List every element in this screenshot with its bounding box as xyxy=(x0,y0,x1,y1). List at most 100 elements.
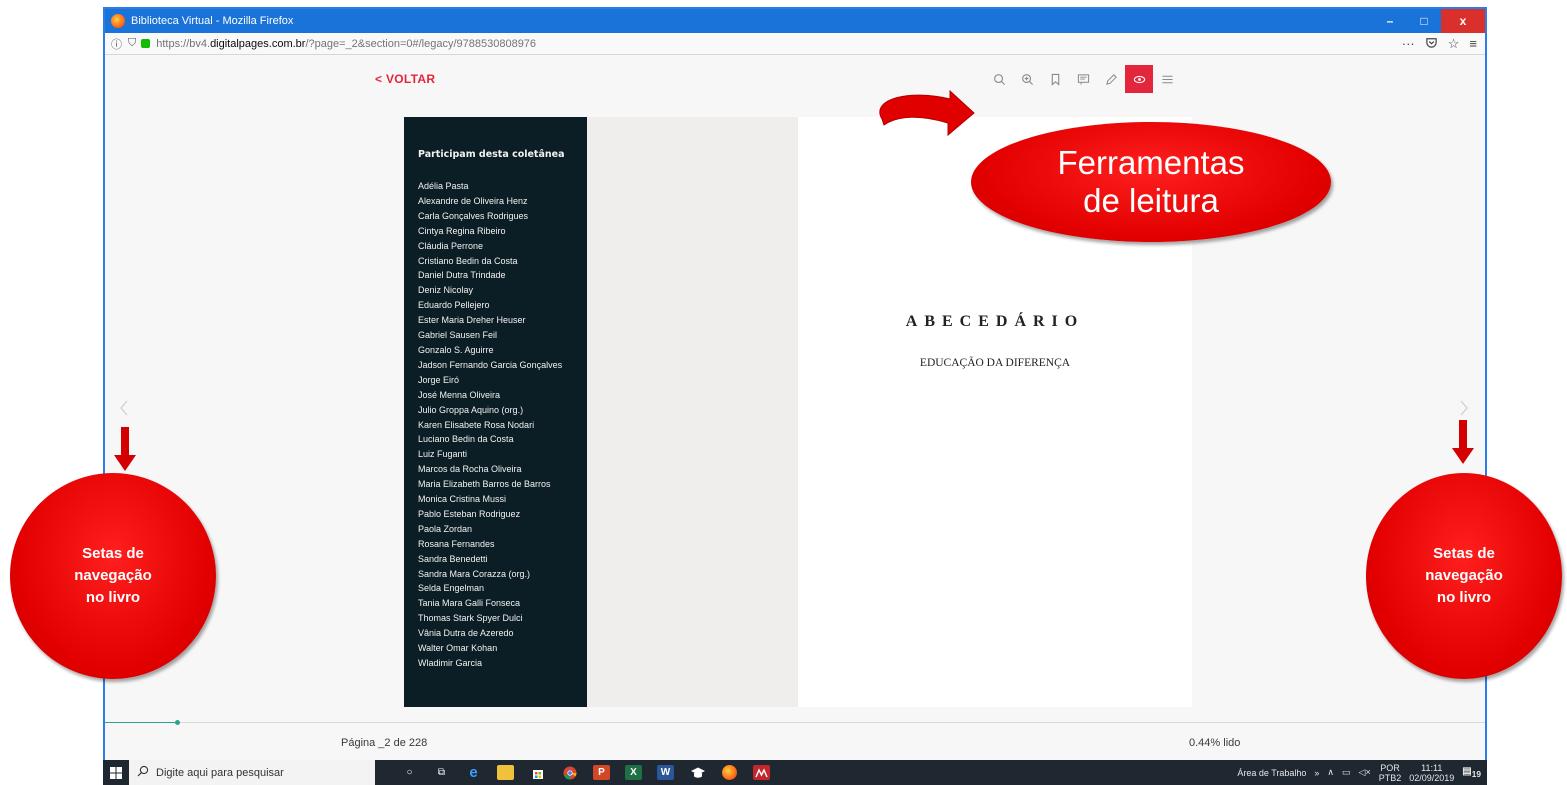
hamburger-menu-icon[interactable]: ≡ xyxy=(1469,36,1477,52)
bookmark-icon[interactable] xyxy=(1041,65,1069,93)
firefox-window: Biblioteca Virtual - Mozilla Firefox – □… xyxy=(103,7,1487,785)
back-button[interactable]: < VOLTAR xyxy=(375,72,435,86)
book-left-page: Participam desta coletânea Adélia Pasta A… xyxy=(404,117,587,707)
read-percentage: 0.44% lido xyxy=(1189,737,1241,749)
down-arrow-right-icon xyxy=(1452,420,1474,464)
red-app-icon[interactable] xyxy=(753,765,770,780)
curved-arrow-icon xyxy=(879,89,975,137)
reading-toolbar xyxy=(985,65,1181,93)
excel-icon[interactable]: X xyxy=(625,765,642,780)
navigation-callout-right-text: Setas de navegação no livro xyxy=(1425,543,1503,609)
contributor-name: Pablo Esteban Rodriguez xyxy=(418,508,521,519)
pocket-icon[interactable] xyxy=(1425,36,1438,52)
contributor-name: Sandra Mara Corazza (org.) xyxy=(418,568,531,579)
callout-line-1: Setas de xyxy=(82,545,144,562)
contributor-name: Gabriel Sausen Feil xyxy=(418,330,498,341)
firefox-logo-icon xyxy=(111,14,125,28)
lang-top: POR xyxy=(1380,762,1400,773)
callout-line-2: de leitura xyxy=(1083,182,1219,219)
contributor-name: Walter Omar Kohan xyxy=(418,643,498,654)
chrome-icon[interactable] xyxy=(561,765,578,780)
reading-progress-fill xyxy=(105,722,177,723)
url-prefix: https://bv4. xyxy=(156,37,211,50)
cortana-icon[interactable]: ○ xyxy=(401,765,418,780)
pencil-icon[interactable] xyxy=(1097,65,1125,93)
contributor-name: Julio Groppa Aquino (org.) xyxy=(418,404,524,415)
firefox-taskbar-icon[interactable] xyxy=(721,765,738,780)
reading-progress-bar[interactable] xyxy=(105,720,1485,725)
contributor-name: Daniel Dutra Trindade xyxy=(418,270,506,281)
tracking-shield-icon[interactable]: ⛉ xyxy=(128,37,136,50)
contributor-name: Carla Gonçalves Rodrigues xyxy=(418,210,529,221)
window-controls: – □ x xyxy=(1373,9,1485,33)
reading-progress-handle[interactable] xyxy=(175,720,180,725)
book-gutter xyxy=(587,117,798,707)
down-arrow-left-icon xyxy=(114,427,136,471)
task-view-icon[interactable]: ⧉ xyxy=(433,765,450,780)
navigation-callout-right: Setas de navegação no livro xyxy=(1366,473,1562,679)
callout-line-2: navegação xyxy=(1425,567,1503,584)
callout-line-3: no livro xyxy=(1436,589,1492,606)
eye-icon[interactable] xyxy=(1125,65,1153,93)
maximize-button[interactable]: □ xyxy=(1407,9,1441,33)
word-icon[interactable]: W xyxy=(657,765,674,780)
reading-tools-callout: Ferramentas de leitura xyxy=(971,122,1331,242)
title-bar: Biblioteca Virtual - Mozilla Firefox – □… xyxy=(105,9,1485,33)
powerpoint-icon[interactable]: P xyxy=(593,765,610,780)
screenshot: Biblioteca Virtual - Mozilla Firefox – □… xyxy=(0,0,1567,785)
contributor-name: Paola Zordan xyxy=(418,523,473,534)
windows-start-icon[interactable] xyxy=(103,760,129,785)
contributor-name: Gonzalo S. Aguirre xyxy=(418,344,494,355)
clock[interactable]: 11:11 02/09/2019 xyxy=(1409,763,1454,783)
reading-tools-callout-text: Ferramentas de leitura xyxy=(1057,144,1244,220)
contributor-name: Cristiano Bedin da Costa xyxy=(418,255,518,266)
network-icon[interactable]: ▭ xyxy=(1342,767,1351,778)
taskbar-search-placeholder: Digite aqui para pesquisar xyxy=(156,766,284,779)
callout-line-1: Setas de xyxy=(1433,545,1495,562)
star-icon[interactable]: ☆ xyxy=(1448,36,1460,52)
contributor-name: Maria Elizabeth Barros de Barros xyxy=(418,479,551,490)
system-tray: Área de Trabalho » ∧ ▭ ◁× POR PTB2 11:11 0… xyxy=(1237,760,1481,785)
contributor-name: Wladimir Garcia xyxy=(418,658,483,668)
url-text[interactable]: https://bv4.digitalpages.com.br/?page=_2… xyxy=(156,38,536,50)
lock-icon[interactable] xyxy=(141,39,151,48)
chevron-up-icon[interactable]: ∧ xyxy=(1327,767,1334,778)
taskbar-apps: ○ ⧉ e P X W xyxy=(401,764,770,781)
info-icon[interactable]: ⓘ xyxy=(111,36,122,52)
desktop-toolbar-label[interactable]: Área de Trabalho xyxy=(1237,768,1306,778)
notification-center-icon[interactable]: ▤19 xyxy=(1462,766,1481,779)
navigation-callout-left-text: Setas de navegação no livro xyxy=(74,543,152,609)
taskbar-search-box[interactable]: Digite aqui para pesquisar xyxy=(129,760,375,785)
menu-icon[interactable] xyxy=(1153,65,1181,93)
file-explorer-icon[interactable] xyxy=(497,765,514,780)
contributor-name: Selda Engelman xyxy=(418,583,485,594)
contributor-name: Luiz Fuganti xyxy=(418,449,468,460)
previous-page-arrow-icon[interactable] xyxy=(119,400,129,421)
graduation-app-icon[interactable] xyxy=(689,765,706,780)
contributor-name: Sandra Benedetti xyxy=(418,553,488,564)
windows-taskbar: Digite aqui para pesquisar ○ ⧉ e P X W Á… xyxy=(103,760,1487,785)
contributor-name: Eduardo Pellejero xyxy=(418,300,490,311)
notes-icon[interactable] xyxy=(1069,65,1097,93)
callout-line-2: navegação xyxy=(74,567,152,584)
contributor-name: Jadson Fernando Garcia Gonçalves xyxy=(418,359,563,370)
contributor-name: Thomas Stark Spyer Dulci xyxy=(418,613,523,624)
notification-count: 19 xyxy=(1471,769,1481,779)
close-button[interactable]: x xyxy=(1441,9,1485,33)
lang-bottom: PTB2 xyxy=(1378,772,1402,783)
more-actions-icon[interactable]: ··· xyxy=(1402,36,1415,52)
language-indicator[interactable]: POR PTB2 xyxy=(1379,763,1402,783)
contributor-name: Luciano Bedin da Costa xyxy=(418,434,514,445)
url-domain: digitalpages.com.br xyxy=(210,37,306,50)
contributor-name: Deniz Nicolay xyxy=(418,285,474,296)
zoom-in-icon[interactable] xyxy=(1013,65,1041,93)
contributor-name: Tania Mara Galli Fonseca xyxy=(418,598,521,609)
store-icon[interactable] xyxy=(529,765,546,780)
volume-muted-icon[interactable]: ◁× xyxy=(1359,767,1371,778)
address-bar[interactable]: ⓘ ⛉ https://bv4.digitalpages.com.br/?pag… xyxy=(105,33,1485,55)
chevron-right-icon[interactable]: » xyxy=(1314,768,1319,778)
edge-icon[interactable]: e xyxy=(465,764,482,781)
minimize-button[interactable]: – xyxy=(1373,9,1407,33)
next-page-arrow-icon[interactable] xyxy=(1459,400,1469,421)
search-icon[interactable] xyxy=(985,65,1013,93)
